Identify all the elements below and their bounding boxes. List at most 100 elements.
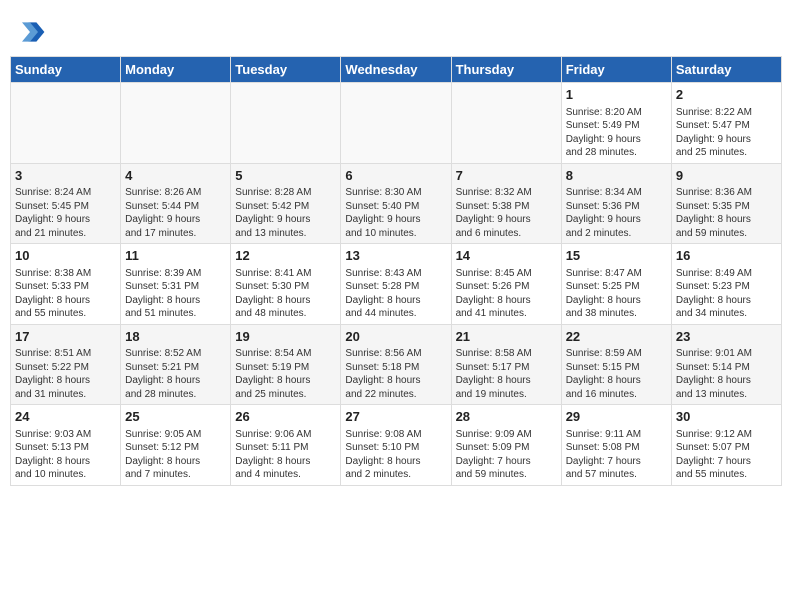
day-info: Sunrise: 8:59 AM Sunset: 5:15 PM Dayligh… [566, 347, 667, 401]
day-info: Sunrise: 9:05 AM Sunset: 5:12 PM Dayligh… [125, 428, 226, 482]
day-number: 17 [15, 328, 116, 346]
day-info: Sunrise: 9:08 AM Sunset: 5:10 PM Dayligh… [345, 428, 446, 482]
day-info: Sunrise: 8:47 AM Sunset: 5:25 PM Dayligh… [566, 267, 667, 321]
calendar-week-row: 24Sunrise: 9:03 AM Sunset: 5:13 PM Dayli… [11, 405, 782, 486]
calendar-day-cell: 28 Sunrise: 9:09 AM Sunset: 5:09 PM Dayli… [451, 405, 561, 486]
day-number: 11 [125, 247, 226, 265]
calendar-day-cell: 17Sunrise: 8:51 AM Sunset: 5:22 PM Dayli… [11, 324, 121, 405]
day-info: Sunrise: 8:24 AM Sunset: 5:45 PM Dayligh… [15, 186, 116, 240]
day-number: 27 [345, 408, 446, 426]
calendar-day-cell: 14 Sunrise: 8:45 AM Sunset: 5:26 PM Dayli… [451, 244, 561, 325]
day-number: 14 [456, 247, 557, 265]
day-number: 6 [345, 167, 446, 185]
calendar-day-cell: 30 Sunrise: 9:12 AM Sunset: 5:07 PM Dayli… [671, 405, 781, 486]
day-number: 25 [125, 408, 226, 426]
day-info: Sunrise: 8:39 AM Sunset: 5:31 PM Dayligh… [125, 267, 226, 321]
page-header [10, 10, 782, 48]
calendar-day-cell: 23Sunrise: 9:01 AM Sunset: 5:14 PM Dayli… [671, 324, 781, 405]
day-info: Sunrise: 9:06 AM Sunset: 5:11 PM Dayligh… [235, 428, 336, 482]
weekday-header: Monday [121, 57, 231, 83]
weekday-header: Friday [561, 57, 671, 83]
calendar-day-cell: 25 Sunrise: 9:05 AM Sunset: 5:12 PM Dayli… [121, 405, 231, 486]
day-info: Sunrise: 8:28 AM Sunset: 5:42 PM Dayligh… [235, 186, 336, 240]
day-number: 20 [345, 328, 446, 346]
day-number: 8 [566, 167, 667, 185]
calendar-day-cell: 12 Sunrise: 8:41 AM Sunset: 5:30 PM Dayli… [231, 244, 341, 325]
weekday-header: Wednesday [341, 57, 451, 83]
calendar-day-cell [121, 83, 231, 164]
day-info: Sunrise: 8:49 AM Sunset: 5:23 PM Dayligh… [676, 267, 777, 321]
day-info: Sunrise: 9:12 AM Sunset: 5:07 PM Dayligh… [676, 428, 777, 482]
logo-icon [14, 16, 46, 48]
day-number: 9 [676, 167, 777, 185]
calendar-week-row: 1Sunrise: 8:20 AM Sunset: 5:49 PM Daylig… [11, 83, 782, 164]
day-number: 7 [456, 167, 557, 185]
calendar-day-cell: 19Sunrise: 8:54 AM Sunset: 5:19 PM Dayli… [231, 324, 341, 405]
calendar-day-cell: 7Sunrise: 8:32 AM Sunset: 5:38 PM Daylig… [451, 163, 561, 244]
calendar-day-cell: 22Sunrise: 8:59 AM Sunset: 5:15 PM Dayli… [561, 324, 671, 405]
day-number: 4 [125, 167, 226, 185]
calendar-day-cell: 2Sunrise: 8:22 AM Sunset: 5:47 PM Daylig… [671, 83, 781, 164]
day-number: 2 [676, 86, 777, 104]
day-number: 10 [15, 247, 116, 265]
day-info: Sunrise: 8:58 AM Sunset: 5:17 PM Dayligh… [456, 347, 557, 401]
day-number: 26 [235, 408, 336, 426]
day-number: 3 [15, 167, 116, 185]
day-info: Sunrise: 8:56 AM Sunset: 5:18 PM Dayligh… [345, 347, 446, 401]
calendar-day-cell: 15 Sunrise: 8:47 AM Sunset: 5:25 PM Dayli… [561, 244, 671, 325]
day-info: Sunrise: 9:11 AM Sunset: 5:08 PM Dayligh… [566, 428, 667, 482]
day-info: Sunrise: 8:45 AM Sunset: 5:26 PM Dayligh… [456, 267, 557, 321]
day-info: Sunrise: 8:54 AM Sunset: 5:19 PM Dayligh… [235, 347, 336, 401]
calendar-day-cell: 24Sunrise: 9:03 AM Sunset: 5:13 PM Dayli… [11, 405, 121, 486]
day-info: Sunrise: 8:34 AM Sunset: 5:36 PM Dayligh… [566, 186, 667, 240]
day-number: 13 [345, 247, 446, 265]
calendar-day-cell: 27 Sunrise: 9:08 AM Sunset: 5:10 PM Dayli… [341, 405, 451, 486]
calendar-day-cell: 3Sunrise: 8:24 AM Sunset: 5:45 PM Daylig… [11, 163, 121, 244]
day-number: 1 [566, 86, 667, 104]
day-info: Sunrise: 8:30 AM Sunset: 5:40 PM Dayligh… [345, 186, 446, 240]
day-number: 12 [235, 247, 336, 265]
calendar-header-row: SundayMondayTuesdayWednesdayThursdayFrid… [11, 57, 782, 83]
day-info: Sunrise: 8:32 AM Sunset: 5:38 PM Dayligh… [456, 186, 557, 240]
calendar-day-cell [341, 83, 451, 164]
calendar-day-cell: 13 Sunrise: 8:43 AM Sunset: 5:28 PM Dayli… [341, 244, 451, 325]
calendar-table: SundayMondayTuesdayWednesdayThursdayFrid… [10, 56, 782, 486]
calendar-day-cell: 9Sunrise: 8:36 AM Sunset: 5:35 PM Daylig… [671, 163, 781, 244]
day-info: Sunrise: 8:26 AM Sunset: 5:44 PM Dayligh… [125, 186, 226, 240]
day-info: Sunrise: 8:43 AM Sunset: 5:28 PM Dayligh… [345, 267, 446, 321]
day-number: 23 [676, 328, 777, 346]
calendar-day-cell: 4Sunrise: 8:26 AM Sunset: 5:44 PM Daylig… [121, 163, 231, 244]
day-info: Sunrise: 8:36 AM Sunset: 5:35 PM Dayligh… [676, 186, 777, 240]
day-number: 21 [456, 328, 557, 346]
day-number: 24 [15, 408, 116, 426]
day-info: Sunrise: 9:09 AM Sunset: 5:09 PM Dayligh… [456, 428, 557, 482]
calendar-day-cell [451, 83, 561, 164]
calendar-day-cell: 5Sunrise: 8:28 AM Sunset: 5:42 PM Daylig… [231, 163, 341, 244]
calendar-week-row: 17Sunrise: 8:51 AM Sunset: 5:22 PM Dayli… [11, 324, 782, 405]
day-info: Sunrise: 9:01 AM Sunset: 5:14 PM Dayligh… [676, 347, 777, 401]
calendar-week-row: 10Sunrise: 8:38 AM Sunset: 5:33 PM Dayli… [11, 244, 782, 325]
weekday-header: Sunday [11, 57, 121, 83]
day-number: 22 [566, 328, 667, 346]
day-number: 16 [676, 247, 777, 265]
day-info: Sunrise: 8:41 AM Sunset: 5:30 PM Dayligh… [235, 267, 336, 321]
calendar-day-cell: 20Sunrise: 8:56 AM Sunset: 5:18 PM Dayli… [341, 324, 451, 405]
day-number: 15 [566, 247, 667, 265]
calendar-day-cell: 18Sunrise: 8:52 AM Sunset: 5:21 PM Dayli… [121, 324, 231, 405]
calendar-day-cell: 6Sunrise: 8:30 AM Sunset: 5:40 PM Daylig… [341, 163, 451, 244]
calendar-day-cell: 21Sunrise: 8:58 AM Sunset: 5:17 PM Dayli… [451, 324, 561, 405]
day-info: Sunrise: 8:52 AM Sunset: 5:21 PM Dayligh… [125, 347, 226, 401]
calendar-day-cell: 29Sunrise: 9:11 AM Sunset: 5:08 PM Dayli… [561, 405, 671, 486]
calendar-day-cell: 16 Sunrise: 8:49 AM Sunset: 5:23 PM Dayli… [671, 244, 781, 325]
calendar-day-cell: 1Sunrise: 8:20 AM Sunset: 5:49 PM Daylig… [561, 83, 671, 164]
weekday-header: Saturday [671, 57, 781, 83]
calendar-day-cell [11, 83, 121, 164]
day-number: 30 [676, 408, 777, 426]
calendar-week-row: 3Sunrise: 8:24 AM Sunset: 5:45 PM Daylig… [11, 163, 782, 244]
weekday-header: Tuesday [231, 57, 341, 83]
calendar-day-cell: 26 Sunrise: 9:06 AM Sunset: 5:11 PM Dayli… [231, 405, 341, 486]
calendar-day-cell: 11 Sunrise: 8:39 AM Sunset: 5:31 PM Dayli… [121, 244, 231, 325]
day-number: 28 [456, 408, 557, 426]
calendar-day-cell: 10Sunrise: 8:38 AM Sunset: 5:33 PM Dayli… [11, 244, 121, 325]
calendar-day-cell: 8Sunrise: 8:34 AM Sunset: 5:36 PM Daylig… [561, 163, 671, 244]
